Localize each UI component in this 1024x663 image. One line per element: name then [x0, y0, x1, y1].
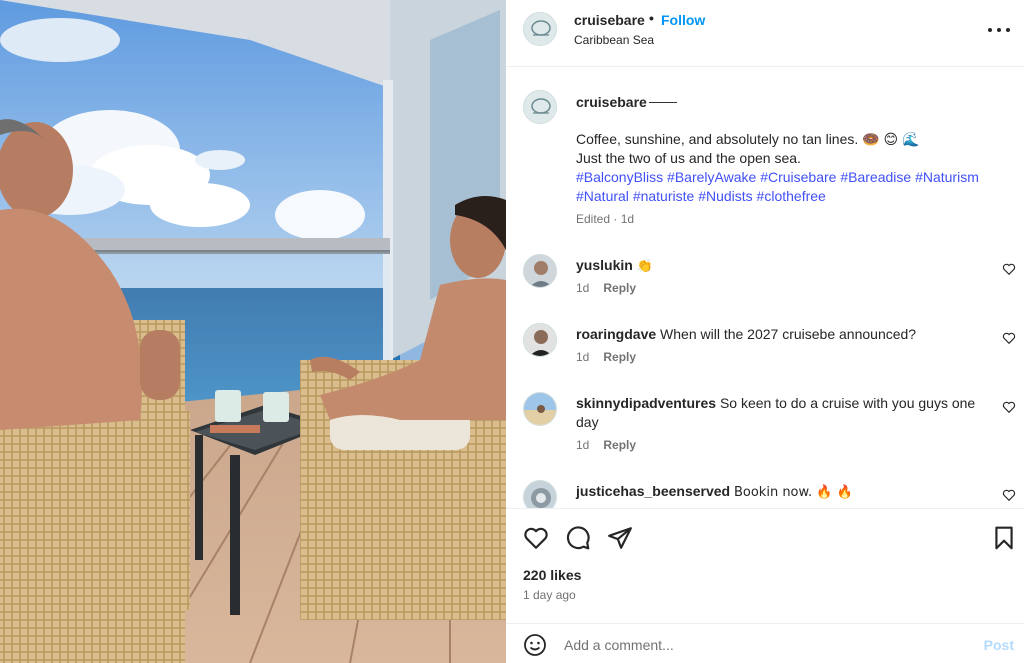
comment-username[interactable]: yuslukin	[576, 257, 633, 273]
post-action-bar	[506, 508, 1024, 562]
bookmark-icon[interactable]	[991, 525, 1017, 551]
user-photo-icon	[524, 481, 556, 508]
more-options-icon[interactable]	[988, 20, 1010, 40]
hashtag-link[interactable]: #clothefree	[757, 188, 826, 204]
caption-line-1: Coffee, sunshine, and absolutely no tan …	[576, 131, 920, 147]
user-photo-icon	[524, 255, 556, 287]
hashtag-link[interactable]: #Cruisebare	[760, 169, 836, 185]
add-comment-bar: Post	[506, 623, 1024, 663]
reply-button[interactable]: Reply	[603, 438, 636, 452]
comment-text: justicehas_beenserved Bookin now. 🔥 🔥	[576, 482, 976, 502]
comment-text: roaringdave When will the 2027 cruisebe …	[576, 325, 976, 344]
comment-icon[interactable]	[565, 525, 591, 551]
comment-time: 1d	[576, 350, 590, 364]
post-header: cruisebare • Follow Caribbean Sea	[506, 0, 1024, 67]
avatar[interactable]	[523, 323, 557, 357]
post-photo[interactable]	[0, 0, 506, 663]
comment-text: skinnydipadventures So keen to do a crui…	[576, 394, 976, 432]
comment-time: 1d	[576, 281, 590, 295]
comment-body: Bookin now. 🔥 🔥	[733, 485, 853, 500]
comment-meta: 1d Reply	[576, 438, 636, 452]
post-time-ago: 1 day ago	[523, 588, 576, 602]
share-icon[interactable]	[607, 525, 633, 551]
avatar[interactable]	[523, 90, 557, 124]
caption-dash: ——	[649, 93, 677, 109]
reply-button[interactable]: Reply	[603, 281, 636, 295]
caption-username[interactable]: cruisebare	[576, 94, 647, 110]
user-photo-icon	[524, 393, 556, 425]
comment-time: 1d	[576, 438, 590, 452]
caption-meta: Edited · 1d	[576, 212, 635, 226]
post-details-pane: cruisebare • Follow Caribbean Sea cruise…	[506, 0, 1024, 663]
comment-meta: 1d Reply	[576, 281, 636, 295]
heart-icon[interactable]	[523, 525, 549, 551]
hashtag-link[interactable]: #Naturism	[915, 169, 979, 185]
like-comment-heart-icon[interactable]	[1002, 488, 1016, 502]
caption-text: Coffee, sunshine, and absolutely no tan …	[576, 130, 1006, 206]
avatar[interactable]	[523, 254, 557, 288]
cruisebare-logo-icon	[524, 91, 556, 123]
emoji-icon[interactable]	[523, 633, 547, 657]
avatar[interactable]	[523, 480, 557, 508]
comment-meta: 1d Reply	[576, 350, 636, 364]
user-photo-icon	[524, 324, 556, 356]
comment-input[interactable]	[564, 634, 964, 656]
hashtag-link[interactable]: #Nudists	[698, 188, 752, 204]
hashtag-link[interactable]: #Natural	[576, 188, 629, 204]
comments-scroll-area[interactable]: cruisebare —— Coffee, sunshine, and abso…	[506, 68, 1024, 508]
like-comment-heart-icon[interactable]	[1002, 262, 1016, 276]
like-comment-heart-icon[interactable]	[1002, 400, 1016, 414]
likes-count[interactable]: 220 likes	[523, 567, 581, 583]
separator-dot: •	[649, 10, 654, 26]
cruisebare-logo-icon	[524, 13, 556, 45]
comment-body: 👏	[636, 259, 653, 274]
hashtag-link[interactable]: #naturiste	[633, 188, 694, 204]
header-username[interactable]: cruisebare	[574, 12, 645, 28]
hashtag-link[interactable]: #Bareadise	[840, 169, 911, 185]
hashtag-link[interactable]: #BalconyBliss	[576, 169, 663, 185]
follow-button[interactable]: Follow	[661, 12, 705, 28]
comment-username[interactable]: roaringdave	[576, 326, 656, 342]
avatar[interactable]	[523, 392, 557, 426]
comment-username[interactable]: skinnydipadventures	[576, 395, 716, 411]
post-comment-button[interactable]: Post	[984, 637, 1014, 653]
comment-text: yuslukin 👏	[576, 256, 976, 276]
caption-hashtags: #BalconyBliss #BarelyAwake #Cruisebare #…	[576, 168, 1006, 206]
reply-button[interactable]: Reply	[603, 350, 636, 364]
hashtag-link[interactable]: #BarelyAwake	[667, 169, 756, 185]
avatar[interactable]	[523, 12, 557, 46]
location-link[interactable]: Caribbean Sea	[574, 33, 654, 47]
balcony-photo-illustration	[0, 0, 506, 663]
caption-line-2: Just the two of us and the open sea.	[576, 150, 801, 166]
comment-username[interactable]: justicehas_beenserved	[576, 483, 730, 499]
like-comment-heart-icon[interactable]	[1002, 331, 1016, 345]
comment-body: When will the 2027 cruisebe announced?	[660, 326, 917, 342]
